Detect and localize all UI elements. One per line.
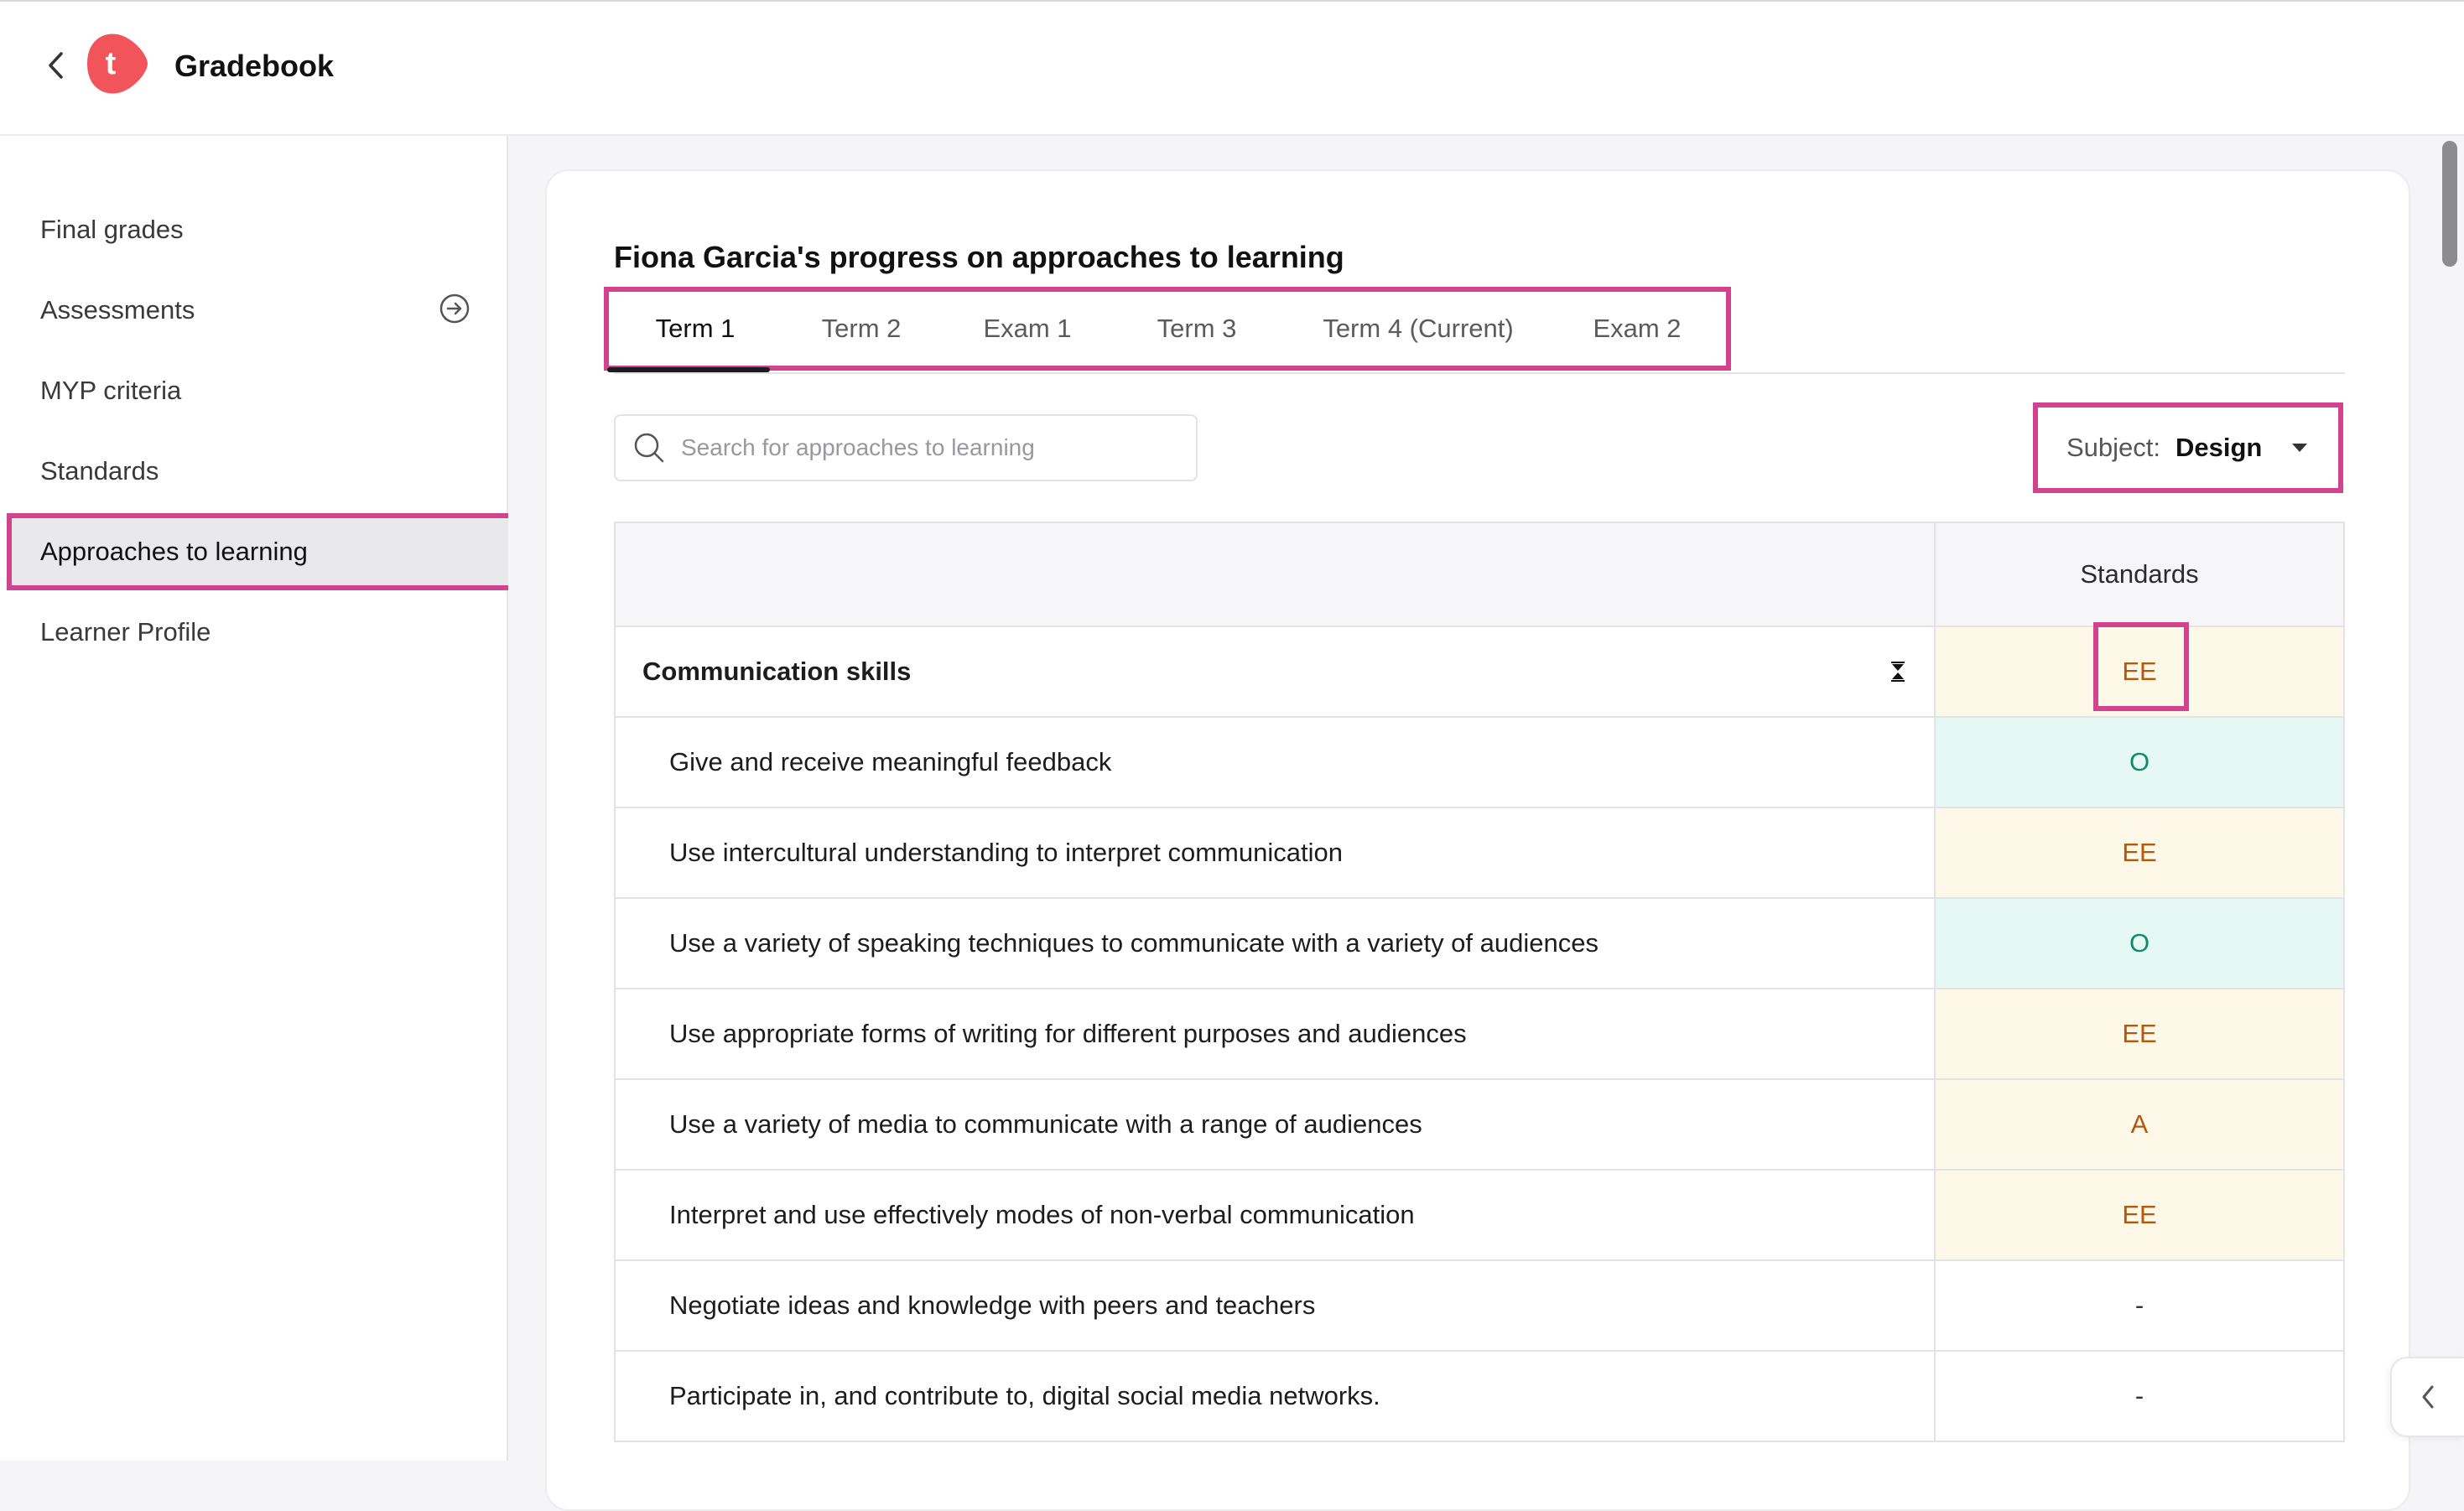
row-label: Use a variety of speaking techniques to …	[669, 928, 1598, 958]
table-row[interactable]: Participate in, and contribute to, digit…	[616, 1352, 2343, 1442]
caret-down-icon	[2292, 444, 2308, 452]
table-row[interactable]: Use a variety of speaking techniques to …	[616, 899, 2343, 989]
group-label: Communication skills	[642, 657, 912, 686]
sidebar-item-learner-profile[interactable]: Learner Profile	[7, 594, 513, 671]
page-title: Fiona Garcia's progress on approaches to…	[614, 240, 1344, 274]
sidebar-item-myp-criteria[interactable]: MYP criteria	[7, 352, 513, 429]
table-row[interactable]: Give and receive meaningful feedback O	[616, 718, 2343, 808]
collapse-icon[interactable]	[1884, 657, 1912, 686]
row-label: Use a variety of media to communicate wi…	[669, 1109, 1422, 1139]
scrollbar-thumb[interactable]	[2442, 141, 2457, 267]
sidebar-item-label: Final grades	[40, 215, 184, 244]
grade-cell[interactable]: -	[1934, 1261, 2343, 1350]
subject-label: Subject:	[2066, 433, 2161, 462]
table-header: Standards	[616, 523, 2343, 627]
sidebar-item-label: Assessments	[40, 295, 195, 325]
main-content: Fiona Garcia's progress on approaches to…	[508, 136, 2464, 1511]
table-row[interactable]: Negotiate ideas and knowledge with peers…	[616, 1261, 2343, 1352]
grade-cell[interactable]: O	[1934, 718, 2343, 807]
tab-term-2[interactable]: Term 2	[780, 287, 943, 371]
tab-term-3[interactable]: Term 3	[1112, 287, 1281, 371]
table-row[interactable]: Use intercultural understanding to inter…	[616, 808, 2343, 899]
subject-dropdown[interactable]: Subject: Design	[2033, 402, 2343, 493]
sidebar: Final grades Assessments MYP criteria St…	[0, 136, 513, 1461]
app-logo: t	[81, 29, 149, 98]
active-tab-indicator	[607, 367, 770, 372]
grade-cell[interactable]: EE	[1934, 989, 2343, 1078]
search-box[interactable]	[614, 414, 1198, 481]
row-label: Use intercultural understanding to inter…	[669, 838, 1343, 867]
term-tabs: Term 1 Term 2 Exam 1 Term 3 Term 4 (Curr…	[604, 287, 1731, 371]
logo-letter: t	[105, 45, 117, 81]
approaches-table: Standards Communication skills EE Give a…	[614, 522, 2345, 1442]
progress-card: Fiona Garcia's progress on approaches to…	[545, 169, 2410, 1511]
row-label: Participate in, and contribute to, digit…	[669, 1381, 1380, 1410]
sidebar-item-assessments[interactable]: Assessments	[7, 272, 513, 349]
search-icon	[632, 431, 666, 465]
grade-cell[interactable]: -	[1934, 1352, 2343, 1441]
grade-cell[interactable]: A	[1934, 1080, 2343, 1169]
grade-cell[interactable]: EE	[1934, 1171, 2343, 1259]
tab-term-4[interactable]: Term 4 (Current)	[1285, 287, 1552, 371]
side-panel-toggle[interactable]	[2390, 1357, 2464, 1437]
tab-exam-2[interactable]: Exam 2	[1555, 287, 1719, 371]
back-chevron-icon[interactable]	[44, 49, 69, 82]
grade-cell[interactable]: EE	[1934, 808, 2343, 897]
sidebar-item-label: MYP criteria	[40, 376, 182, 405]
sidebar-item-final-grades[interactable]: Final grades	[7, 191, 513, 268]
row-label: Give and receive meaningful feedback	[669, 747, 1112, 776]
sidebar-item-label: Approaches to learning	[40, 537, 308, 566]
subject-value: Design	[2175, 433, 2263, 462]
chevron-left-icon	[2422, 1385, 2434, 1409]
row-label: Negotiate ideas and knowledge with peers…	[669, 1290, 1316, 1320]
arrow-right-circle-icon[interactable]	[438, 292, 471, 325]
top-bar: t Gradebook	[0, 0, 2464, 136]
sidebar-item-label: Learner Profile	[40, 617, 211, 646]
table-row[interactable]: Interpret and use effectively modes of n…	[616, 1171, 2343, 1261]
sidebar-item-approaches-to-learning[interactable]: Approaches to learning	[7, 513, 513, 590]
scrollbar-track[interactable]	[2435, 136, 2464, 1461]
grade-highlight-box	[2093, 622, 2189, 711]
sidebar-item-standards[interactable]: Standards	[7, 433, 513, 510]
row-label: Use appropriate forms of writing for dif…	[669, 1019, 1467, 1048]
grade-cell[interactable]: O	[1934, 899, 2343, 988]
table-row[interactable]: Use appropriate forms of writing for dif…	[616, 989, 2343, 1080]
table-group-row[interactable]: Communication skills EE	[616, 622, 2343, 718]
app-title: Gradebook	[174, 49, 335, 83]
row-label: Interpret and use effectively modes of n…	[669, 1200, 1415, 1229]
tab-term-1[interactable]: Term 1	[614, 287, 777, 371]
search-input[interactable]	[681, 434, 1184, 461]
sidebar-item-label: Standards	[40, 456, 159, 485]
grade-cell[interactable]: EE	[1934, 622, 2343, 716]
tab-exam-1[interactable]: Exam 1	[946, 287, 1109, 371]
tabs-divider	[614, 372, 2345, 374]
column-header-standards: Standards	[1934, 523, 2343, 626]
table-row[interactable]: Use a variety of media to communicate wi…	[616, 1080, 2343, 1171]
